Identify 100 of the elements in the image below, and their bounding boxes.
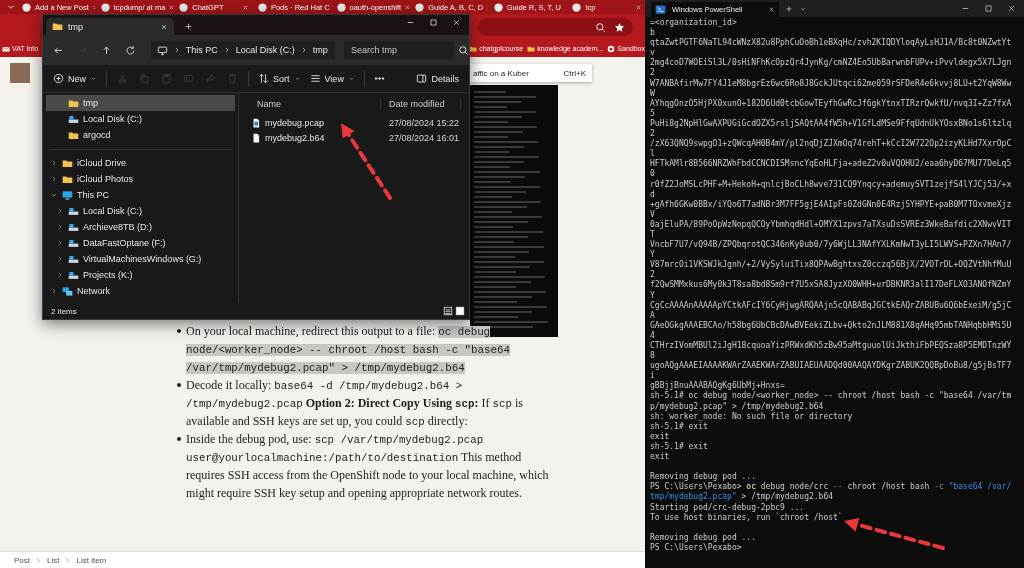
terminal-line: 0: [650, 169, 656, 180]
new-tab-icon[interactable]: [785, 4, 793, 13]
terminal-line: i: [650, 371, 656, 381]
terminal-line: f2QwSMMxkus6My0k3T8sa8bd8Sm9rf7U5xSA8JyzXO0WHH+urDBKNR3alI17DeFLXO3ANOfNZmY: [650, 280, 1013, 291]
nav-item[interactable]: Local Disk (C:): [46, 203, 235, 219]
chevron-icon: [64, 556, 72, 564]
caret-icon: [90, 75, 97, 82]
folder-icon: [68, 129, 79, 141]
nav-item[interactable]: DataFastOptane (F:): [46, 235, 235, 251]
favicon-icon: [21, 1, 32, 13]
nav-item[interactable]: iCloud Drive: [46, 155, 235, 171]
terminal-line: Removing debug pod ...: [650, 472, 757, 482]
pc-icon: [62, 189, 73, 201]
nav-item[interactable]: This PC: [46, 187, 235, 203]
breadcrumb-item[interactable]: tmp: [312, 45, 328, 55]
search-suggestion[interactable]: affic on a Kuber Ctrl+K: [470, 64, 592, 82]
favicon-icon: [571, 1, 583, 13]
caret-icon: [347, 75, 355, 82]
terminal-line: =<organization_id>: [650, 18, 738, 28]
terminal-line: T: [650, 229, 656, 240]
terminal-line: r0fZ2JoMSLcPHF+M+HekoH+qnlcjBoCLh8wve731CQ9Ynqcy+ademuySVT1zejfS4lYJCj53/+x: [650, 179, 1013, 190]
nav-item[interactable]: Network: [46, 283, 235, 299]
terminal-line: ugoAQgAAAEIAAAAKWArZAAEKWArZABUIAEUAADQd00AAQAYDKgrZABUK2QQBpDoBu8/g5jBsTF7: [650, 361, 1013, 371]
network-icon: [62, 285, 73, 297]
terminal-line: 2: [650, 129, 656, 139]
maximize-icon[interactable]: [984, 4, 993, 13]
search-field[interactable]: Search tmp: [344, 41, 454, 59]
view-button[interactable]: View: [305, 70, 359, 87]
address-bar[interactable]: This PC Local Disk (C:) tmp: [150, 41, 335, 59]
chevron-icon[interactable]: [50, 159, 58, 167]
chevron-icon[interactable]: [56, 271, 64, 279]
terminal-line: GAeOGkgAAAEBCAo/h58bg6UbCBcDAwBVEekiZLbv+Qkto2nJLM881X8qAHq95mbTANHqbbHMi5U: [650, 320, 1013, 331]
terminal-line: 4: [650, 330, 656, 341]
nav-item[interactable]: iCloud Photos: [46, 171, 235, 187]
tiles-view-icon[interactable]: [455, 306, 465, 316]
breadcrumb-item[interactable]: This PC: [185, 45, 218, 55]
mail-icon: [2, 44, 10, 53]
terminal-line: 2: [650, 270, 656, 280]
chevron-icon[interactable]: [56, 239, 64, 247]
terminal-line: VncbF7U7/vQ94B/ZPQbqrotQC346nKy0ub0/7y6WjLL3NAfYXLKmNwT3yLI5LWVS+PZXn7HAn7/: [650, 240, 1013, 250]
maximize-icon[interactable]: [429, 17, 438, 27]
file-date: 27/08/2024 15:22: [388, 117, 461, 128]
nav-item[interactable]: argocd: [46, 127, 235, 143]
terminal-line: PS C:\Users\Pexabo> oc debug node/crc -- chroot /host bash -c "base64 /var/: [650, 482, 1013, 492]
chevron-icon[interactable]: [56, 223, 64, 231]
file-icon: [251, 117, 261, 128]
list-view-icon[interactable]: [443, 306, 453, 316]
terminal-line: exit: [650, 452, 671, 463]
nav-item[interactable]: VirtualMachinesWindows (G:): [46, 251, 235, 267]
star-icon[interactable]: [614, 21, 625, 33]
new-tab-icon[interactable]: [184, 22, 193, 31]
explorer-tab[interactable]: tmp: [46, 18, 174, 35]
status-text: 2 items: [51, 306, 77, 316]
chevron-icon[interactable]: [56, 255, 64, 263]
terminal-line: W: [650, 88, 656, 99]
column-header[interactable]: Name: [249, 99, 381, 109]
sort-icon: [258, 73, 269, 84]
folder-icon: [62, 157, 73, 169]
favicon-icon: [256, 1, 268, 13]
chevron-icon[interactable]: [50, 287, 58, 295]
chevron-icon[interactable]: [50, 175, 58, 183]
sort-button[interactable]: Sort: [254, 70, 305, 87]
terminal-line: To use host binaries, run `chroot /host`: [650, 512, 844, 523]
terminal-line: exit: [650, 431, 671, 442]
terminal-line: CTHrzIVomMBUl2iJgH18cquoaYizPRWxdKh5zBw95aMtguuolUiJkthiFbPEQSza8P5EMDTnzWY: [650, 341, 1013, 351]
nav-item[interactable]: Local Disk (C:): [46, 111, 235, 127]
suggestion-text: affic on a Kuber: [473, 68, 529, 78]
favicon-icon: [414, 1, 426, 13]
breadcrumb-item[interactable]: List: [47, 555, 60, 565]
avatar-photo-placeholder: [10, 63, 30, 83]
terminal-line: sh-5.1# oc debug node/<worker_node> -- chroot /host bash -c "base64 /var/tm: [650, 391, 1013, 402]
terminal-line: p/mydebug2.pcap" > /tmp/mydebug2.b64: [650, 401, 825, 412]
file-icon: [251, 132, 261, 143]
new-button[interactable]: New: [49, 70, 101, 87]
terminal-line: 8: [650, 351, 656, 361]
zoom-icon[interactable]: [595, 21, 606, 33]
drive-icon: [68, 113, 79, 125]
nav-item[interactable]: Archieve8TB (D:): [46, 219, 235, 235]
chevron-icon[interactable]: [50, 191, 58, 199]
terminal-line: sh-5.1# exit: [650, 421, 709, 432]
drive-icon: [68, 269, 79, 281]
chevron-icon: [35, 556, 42, 564]
terminal-line: l: [650, 149, 656, 159]
breadcrumb-item[interactable]: Post: [14, 555, 30, 565]
details-button[interactable]: Details: [412, 70, 463, 87]
breadcrumb-item[interactable]: List item: [76, 555, 107, 565]
file-name[interactable]: mydebug2.b64: [265, 132, 325, 143]
file-name[interactable]: mydebug.pcap: [265, 117, 325, 128]
breadcrumb-item[interactable]: Local Disk (C:): [235, 45, 295, 55]
drive-icon: [68, 237, 79, 249]
terminal-line: Starting pod/crc-debug-2pbc9 ...: [650, 502, 805, 513]
nav-item[interactable]: tmp: [46, 95, 235, 111]
terminal-line: /zX63QNQ9swpgO1+zQWcqAH0B4mY/pl2nqDjZJXmOq74rehT+kCcI2W722Op2izyKLHd7XxrOpC: [650, 139, 1013, 149]
column-header[interactable]: Date modified: [381, 99, 461, 109]
terminal-line: AYhqgOnzO5HjPX0xunO+182D6Ud0tcbGowTEyfhGwRcJf6gkYtnxTIRzrQwkfU/nvq3I+Zz7fxA: [650, 98, 1013, 109]
nav-item[interactable]: Projects (K:): [46, 267, 235, 283]
chevron-icon[interactable]: [56, 207, 64, 215]
terminal-line: V87mrcOi1VKSWJkJgnh/+2/VySyluiTix8QPAwBghtxsZ0cczq56BjX/2VOTrDL+OQZVtNhfMuU: [650, 260, 1013, 270]
terminal-line: 5: [650, 108, 656, 119]
monitor-icon: [156, 44, 168, 56]
